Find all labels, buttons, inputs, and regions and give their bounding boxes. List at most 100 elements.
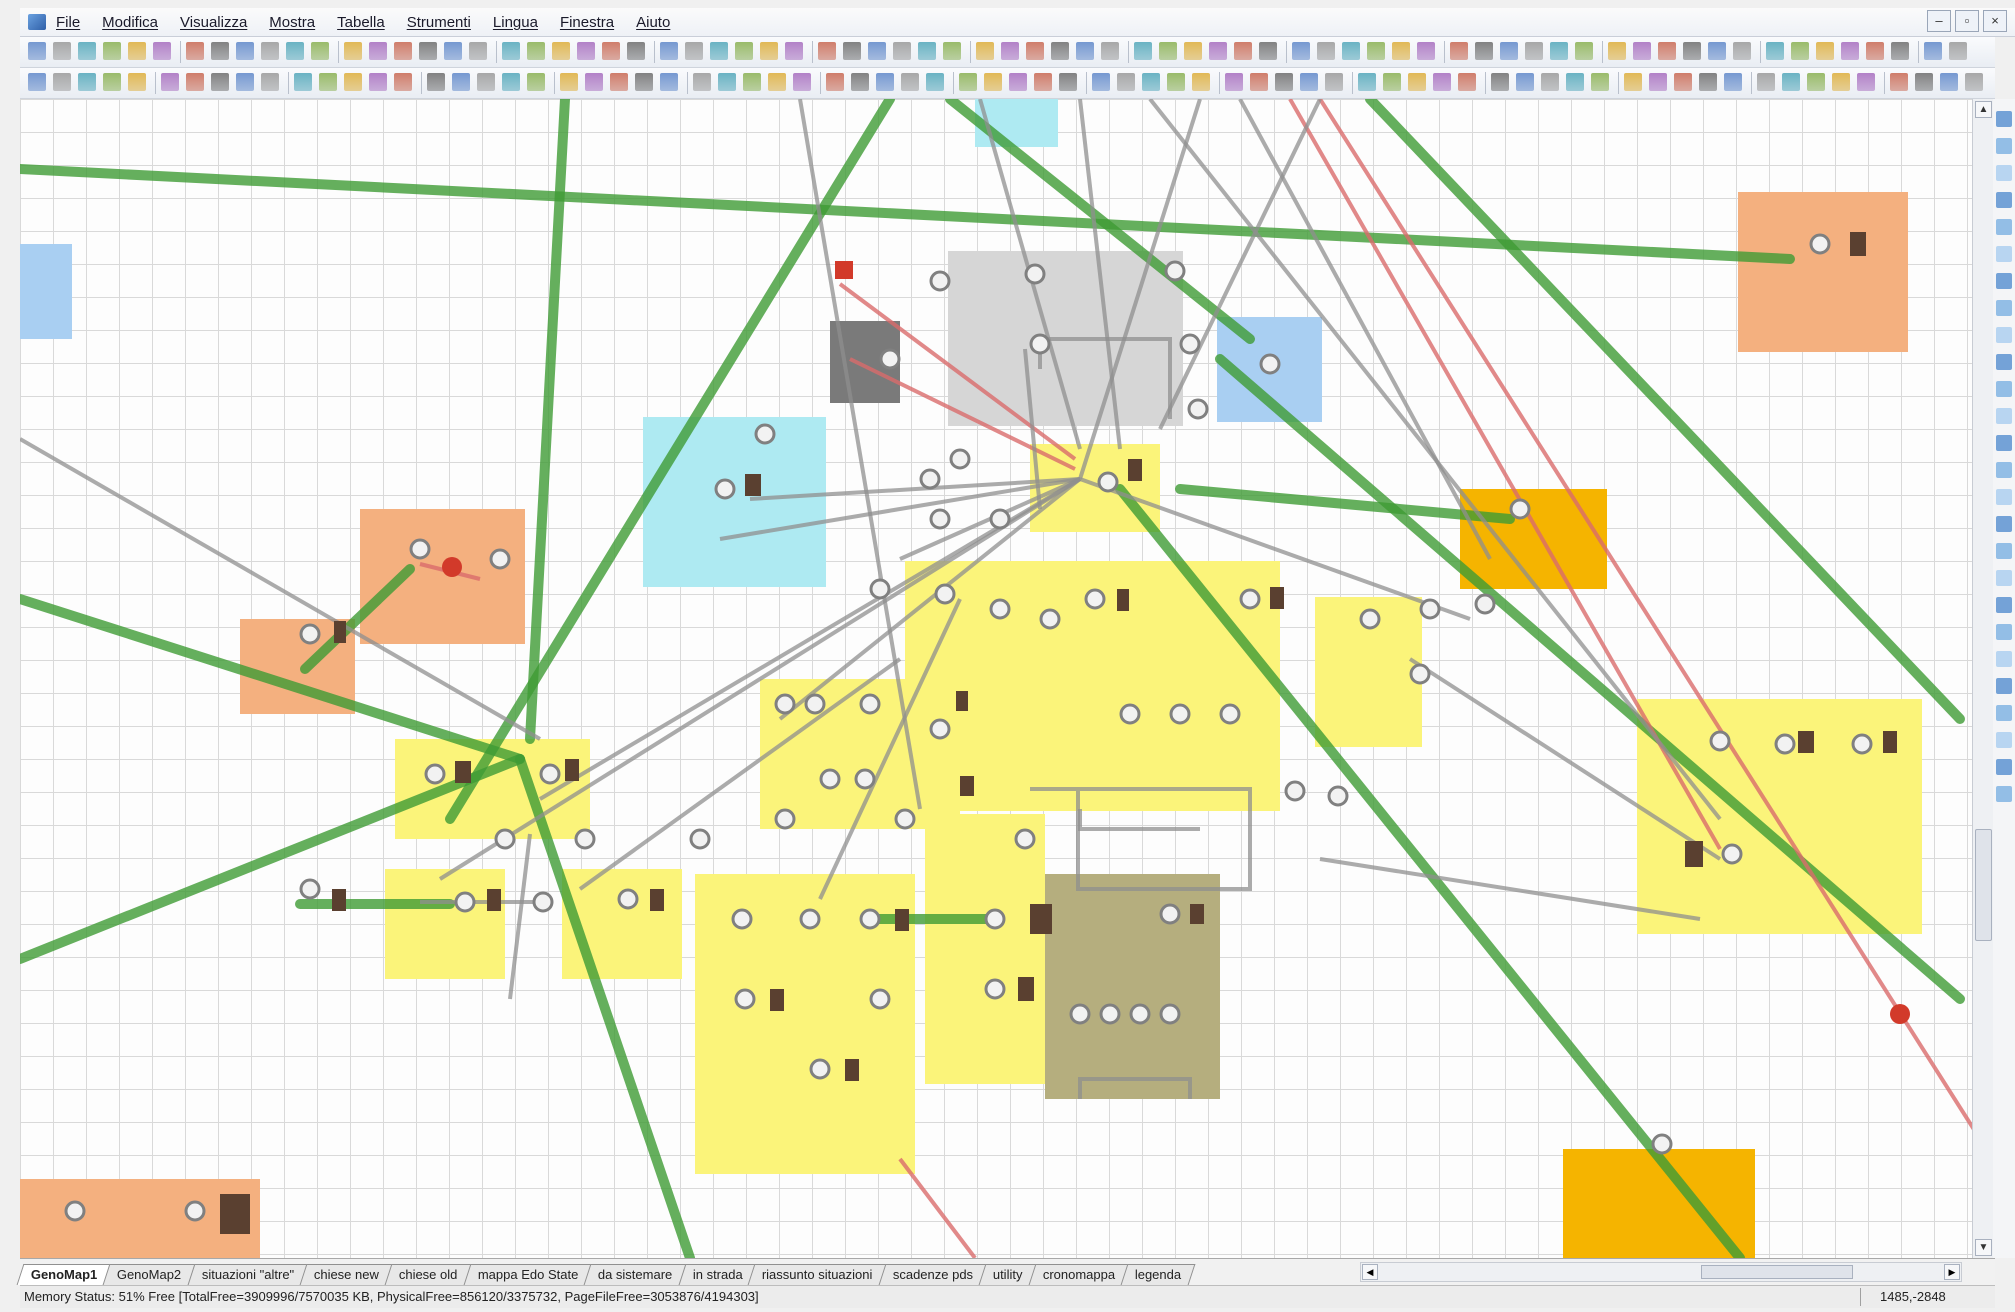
toolbar-button-icon[interactable] [660,42,678,60]
person-node[interactable] [984,978,1006,1000]
menu-mostra[interactable]: Mostra [269,14,315,31]
photo-thumbnail[interactable] [1128,459,1142,481]
toolbar-button-icon[interactable] [768,73,786,91]
toolbar-button-icon[interactable] [344,42,362,60]
toolbar-button-icon[interactable] [1300,73,1318,91]
side-tool-icon[interactable] [1996,597,2012,613]
person-node[interactable] [984,908,1006,930]
toolbar-button-icon[interactable] [527,42,545,60]
toolbar-button-icon[interactable] [394,73,412,91]
toolbar-button-icon[interactable] [1674,73,1692,91]
toolbar-button-icon[interactable] [1059,73,1077,91]
toolbar-button-icon[interactable] [585,73,603,91]
person-node[interactable] [617,888,639,910]
toolbar-button-icon[interactable] [577,42,595,60]
toolbar-button-icon[interactable] [236,42,254,60]
scroll-right-arrow-icon[interactable]: ▶ [1944,1264,1960,1280]
person-node[interactable] [1219,703,1241,725]
photo-thumbnail[interactable] [845,1059,859,1081]
toolbar-button-icon[interactable] [893,42,911,60]
card-yellow-left2[interactable] [385,869,505,979]
person-node[interactable] [299,623,321,645]
toolbar-button-icon[interactable] [1076,42,1094,60]
tab-mappa-edo-state[interactable]: mappa Edo State [463,1264,593,1285]
toolbar-button-icon[interactable] [211,42,229,60]
toolbar-button-icon[interactable] [976,42,994,60]
red-marker[interactable] [835,261,853,279]
photo-thumbnail[interactable] [334,621,346,643]
toolbar-button-icon[interactable] [1733,42,1751,60]
toolbar-button-icon[interactable] [502,73,520,91]
toolbar-button-icon[interactable] [103,73,121,91]
toolbar-button-icon[interactable] [818,42,836,60]
toolbar-button-icon[interactable] [1292,42,1310,60]
toolbar-button-icon[interactable] [1259,42,1277,60]
vertical-scrollbar[interactable]: ▲ ▼ [1972,99,1993,1258]
person-node[interactable] [1179,333,1201,355]
toolbar-button-icon[interactable] [693,73,711,91]
toolbar-button-icon[interactable] [627,42,645,60]
toolbar-button-icon[interactable] [1608,42,1626,60]
photo-thumbnail[interactable] [1030,904,1052,934]
scroll-left-arrow-icon[interactable]: ◀ [1362,1264,1378,1280]
card-blue-left[interactable] [20,244,72,339]
person-node[interactable] [869,578,891,600]
toolbar-button-icon[interactable] [1890,73,1908,91]
photo-thumbnail[interactable] [956,691,968,711]
toolbar-button-icon[interactable] [710,42,728,60]
toolbar-button-icon[interactable] [1167,73,1185,91]
person-node[interactable] [1474,593,1496,615]
person-node[interactable] [1409,663,1431,685]
person-node[interactable] [714,478,736,500]
toolbar-button-icon[interactable] [1491,73,1509,91]
toolbar-button-icon[interactable] [1034,73,1052,91]
minimize-button[interactable]: – [1927,10,1951,32]
toolbar-button-icon[interactable] [319,73,337,91]
side-tool-icon[interactable] [1996,381,2012,397]
toolbar-button-icon[interactable] [1525,42,1543,60]
person-node[interactable] [494,828,516,850]
toolbar-button-icon[interactable] [718,73,736,91]
toolbar-button-icon[interactable] [1575,42,1593,60]
toolbar-button-icon[interactable] [1358,73,1376,91]
toolbar-button-icon[interactable] [477,73,495,91]
toolbar-button-icon[interactable] [959,73,977,91]
person-node[interactable] [754,423,776,445]
side-tool-icon[interactable] [1996,678,2012,694]
toolbar-button-icon[interactable] [1949,42,1967,60]
card-yellow-right[interactable] [1637,699,1922,934]
photo-thumbnail[interactable] [745,474,761,496]
tab-chiese-old[interactable]: chiese old [384,1264,473,1285]
person-node[interactable] [1014,828,1036,850]
toolbar-button-icon[interactable] [1392,42,1410,60]
person-node[interactable] [1239,588,1261,610]
person-node[interactable] [409,538,431,560]
horizontal-scrollbar[interactable]: ◀ ▶ [1360,1262,1962,1282]
toolbar-button-icon[interactable] [1807,73,1825,91]
toolbar-button-icon[interactable] [760,42,778,60]
toolbar-button-icon[interactable] [344,73,362,91]
person-node[interactable] [929,270,951,292]
toolbar-button-icon[interactable] [1159,42,1177,60]
tab-da-sistemare[interactable]: da sistemare [583,1264,688,1285]
toolbar-button-icon[interactable] [793,73,811,91]
photo-thumbnail[interactable] [220,1194,250,1234]
photo-thumbnail[interactable] [895,909,909,931]
scroll-up-arrow-icon[interactable]: ▲ [1975,101,1992,118]
tab-legenda[interactable]: legenda [1120,1264,1196,1285]
toolbar-button-icon[interactable] [311,42,329,60]
toolbar-button-icon[interactable] [785,42,803,60]
green-link[interactable] [515,754,695,1258]
toolbar-button-icon[interactable] [369,42,387,60]
toolbar-button-icon[interactable] [1142,73,1160,91]
tab-in-strada[interactable]: in strada [678,1264,757,1285]
toolbar-button-icon[interactable] [78,42,96,60]
person-node[interactable] [689,828,711,850]
person-node[interactable] [1359,608,1381,630]
side-tool-icon[interactable] [1996,246,2012,262]
side-tool-icon[interactable] [1996,111,2012,127]
person-node[interactable] [424,763,446,785]
toolbar-button-icon[interactable] [211,73,229,91]
person-node[interactable] [1069,1003,1091,1025]
toolbar-button-icon[interactable] [876,73,894,91]
